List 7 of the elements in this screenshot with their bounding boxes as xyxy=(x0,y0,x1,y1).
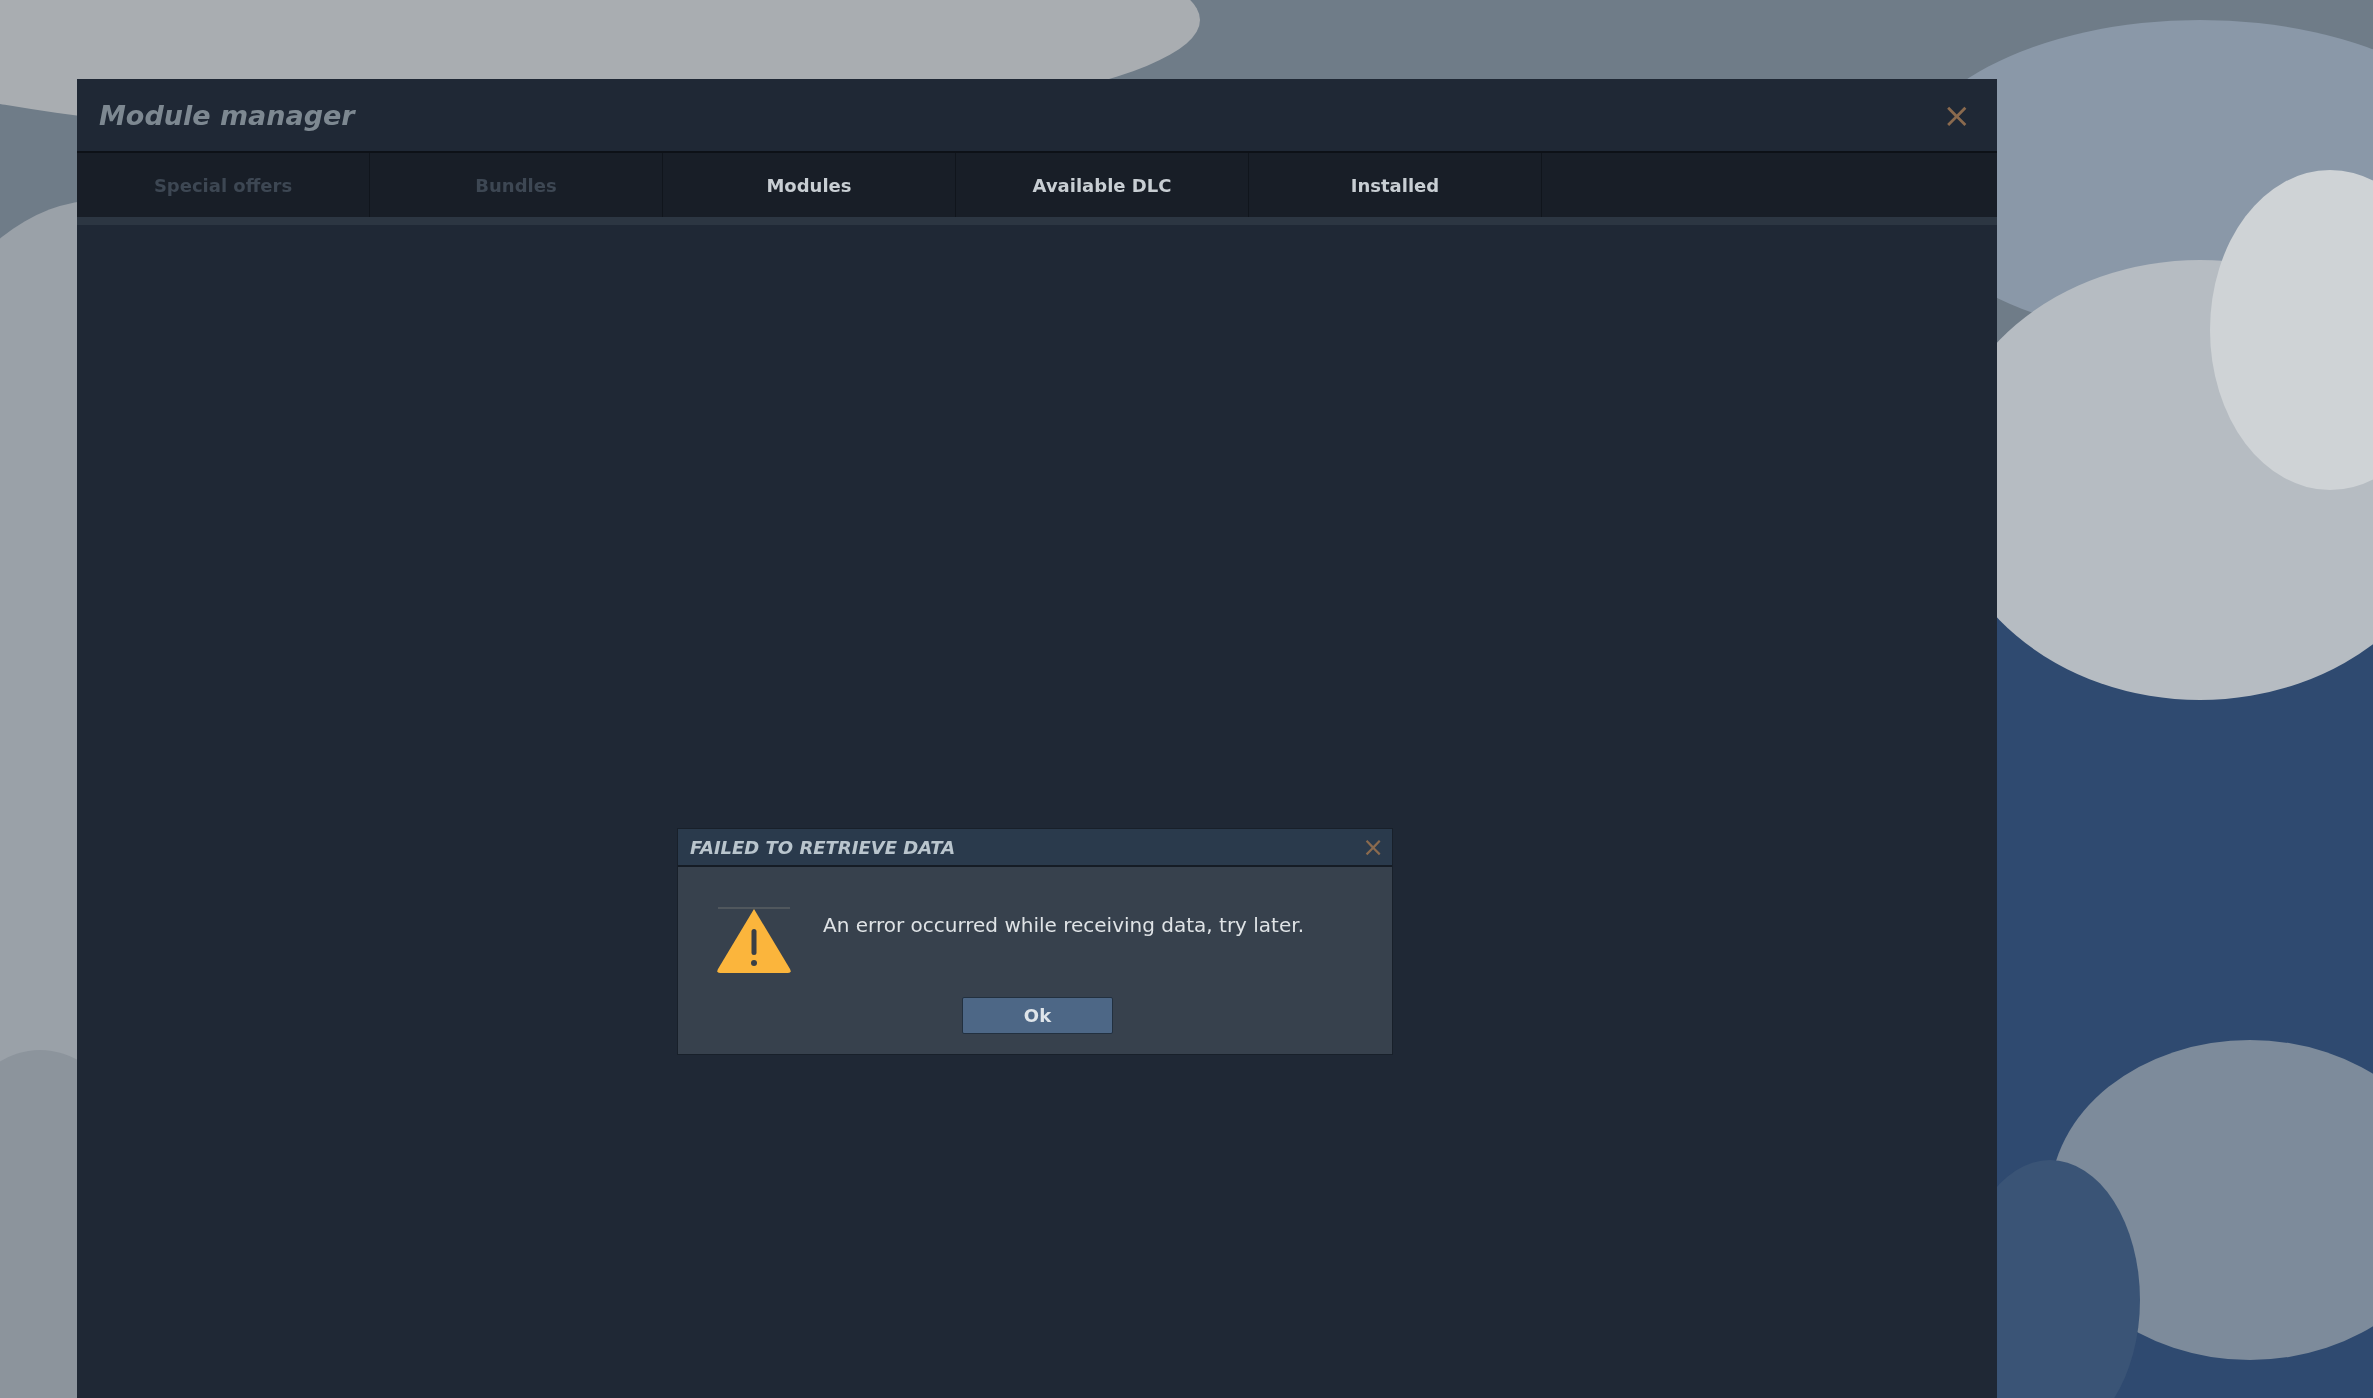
close-button[interactable]: × xyxy=(1358,834,1388,860)
ok-button[interactable]: Ok xyxy=(962,997,1113,1034)
error-message: An error occurred while receiving data, try later. xyxy=(823,913,1304,937)
window-title: Module manager xyxy=(99,99,355,131)
dialog-title: FAILED TO RETRIEVE DATA xyxy=(690,836,956,858)
close-button[interactable]: × xyxy=(1938,98,1975,132)
warning-icon xyxy=(716,907,792,975)
